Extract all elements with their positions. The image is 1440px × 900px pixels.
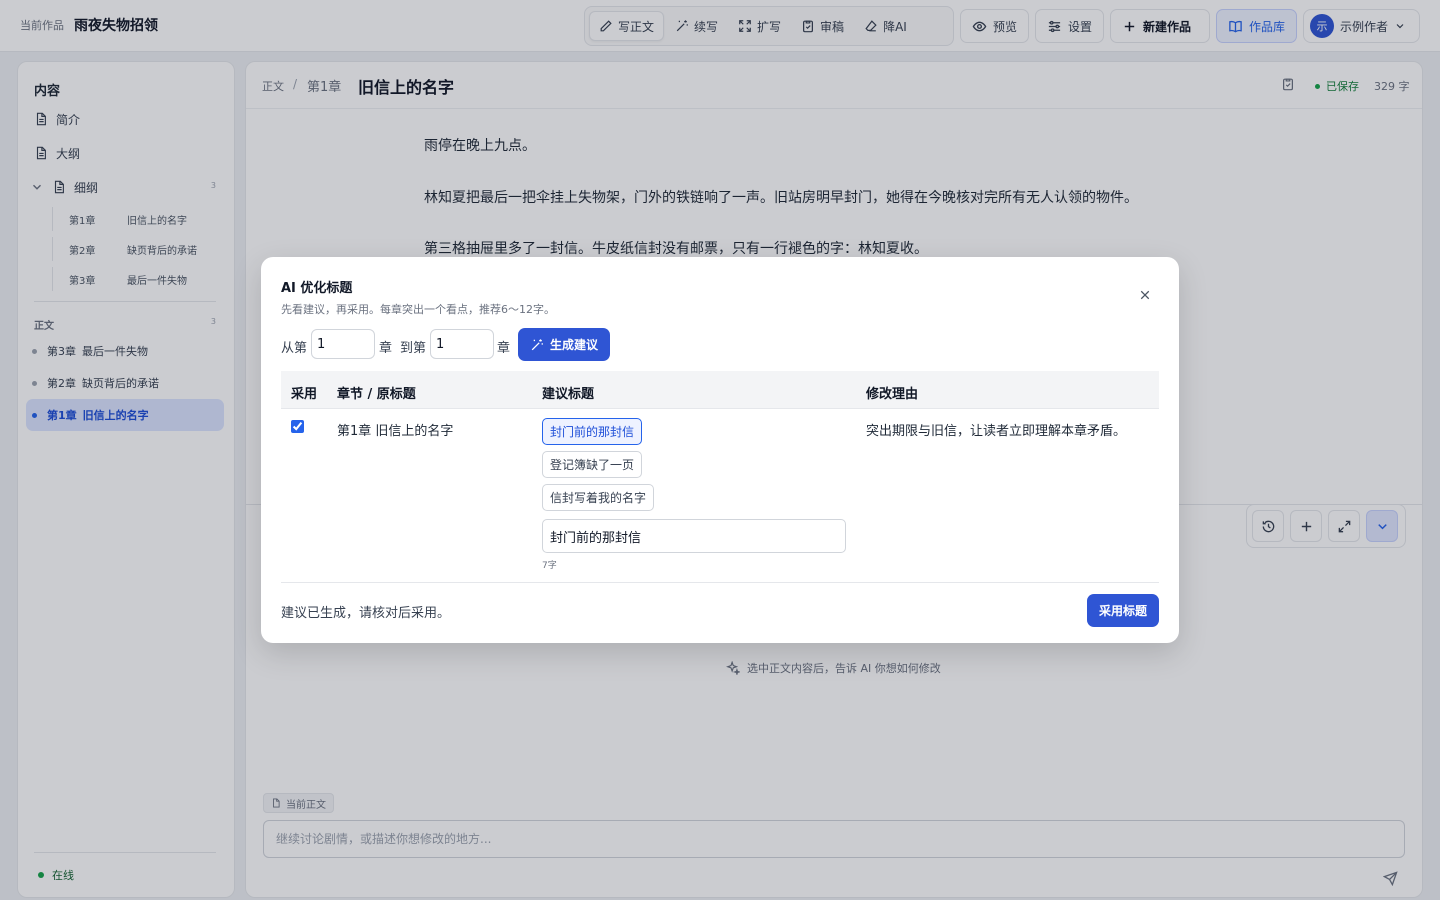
- range-from-input[interactable]: [311, 329, 375, 359]
- modal-status: 建议已生成，请核对后采用。: [281, 606, 451, 621]
- magic-wand-icon: [531, 338, 543, 350]
- original-chapter-title: 第1章 旧信上的名字: [337, 424, 454, 439]
- column-adopt: 采用: [291, 387, 318, 402]
- reason-text: 突出期限与旧信，让读者立即理解本章矛盾。: [866, 424, 1127, 439]
- generate-label: 生成建议: [549, 338, 598, 352]
- column-chapter: 章节 / 原标题: [337, 387, 416, 402]
- suggestion-chip[interactable]: 登记簿缺了一页: [542, 451, 643, 478]
- close-icon: [1140, 290, 1150, 300]
- modal-divider: [281, 582, 1159, 583]
- adopt-checkbox[interactable]: [291, 420, 304, 433]
- ai-title-modal: AI 优化标题 先看建议，再采用。每章突出一个看点，推荐6～12字。 从第 章 …: [261, 257, 1179, 643]
- range-unit-label: 章: [379, 341, 393, 356]
- column-suggestion: 建议标题: [542, 387, 595, 402]
- suggestion-chip[interactable]: 信封写着我的名字: [542, 484, 655, 511]
- range-unit-label: 章: [497, 341, 511, 356]
- suggestion-chip-selected[interactable]: 封门前的那封信: [542, 418, 643, 445]
- range-to-input[interactable]: [430, 329, 494, 359]
- modal-subtitle: 先看建议，再采用。每章突出一个看点，推荐6～12字。: [281, 303, 555, 316]
- column-reason: 修改理由: [866, 387, 919, 402]
- modal-title: AI 优化标题: [281, 281, 353, 296]
- table-header: 采用 章节 / 原标题 建议标题 修改理由: [281, 371, 1159, 409]
- close-button[interactable]: [1135, 285, 1155, 305]
- range-from-label: 从第: [281, 341, 308, 356]
- apply-title-button[interactable]: 采用标题: [1087, 594, 1159, 627]
- title-input[interactable]: [542, 519, 846, 553]
- range-to-label: 到第: [400, 341, 427, 356]
- char-count: 7字: [542, 561, 557, 571]
- generate-button[interactable]: 生成建议: [518, 328, 610, 361]
